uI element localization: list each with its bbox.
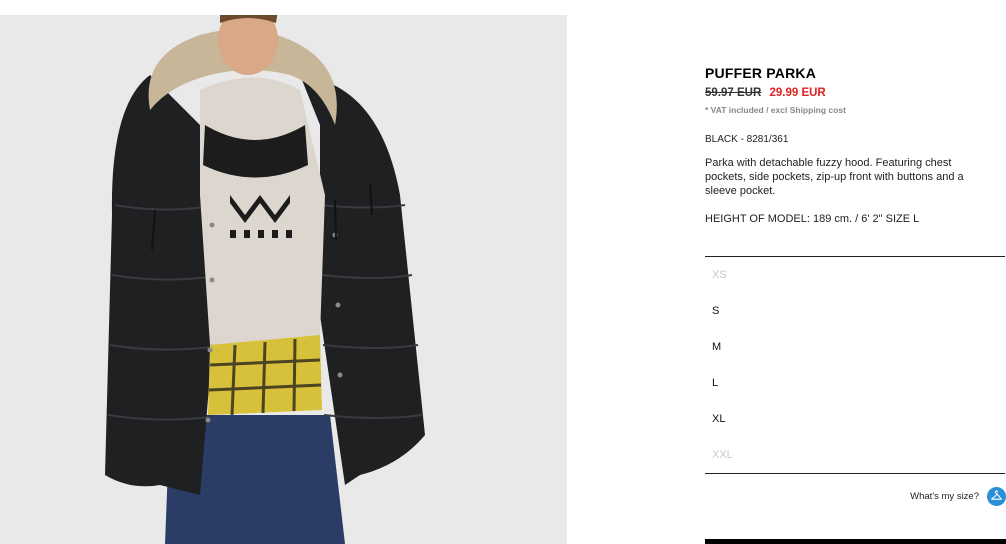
size-guide-link[interactable]: What's my size? bbox=[910, 486, 1006, 506]
size-list-divider-bottom bbox=[705, 473, 1005, 474]
product-title: PUFFER PARKA bbox=[705, 65, 817, 81]
product-description: Parka with detachable fuzzy hood. Featur… bbox=[705, 157, 964, 197]
model-info: HEIGHT OF MODEL: 189 cm. / 6' 2" SIZE L bbox=[705, 213, 920, 225]
hanger-icon[interactable] bbox=[987, 486, 1006, 506]
size-option-xs: XS bbox=[712, 269, 727, 281]
size-option-s[interactable]: S bbox=[712, 293, 719, 329]
size-option-xxl: XXL bbox=[712, 449, 733, 461]
product-image[interactable] bbox=[0, 15, 567, 544]
add-to-bag-button[interactable] bbox=[705, 539, 1006, 544]
size-selector: XS S M L XL XXL bbox=[705, 257, 1005, 473]
size-option-l[interactable]: L bbox=[712, 365, 718, 401]
old-price: 59.97 EUR bbox=[705, 87, 762, 99]
color-reference: BLACK - 8281/361 bbox=[705, 134, 789, 145]
product-info-panel: PUFFER PARKA 59.97 EUR 29.99 EUR * VAT i… bbox=[705, 0, 1006, 544]
size-option-xl[interactable]: XL bbox=[712, 401, 725, 437]
parka-model-illustration bbox=[105, 15, 425, 544]
size-guide-label[interactable]: What's my size? bbox=[910, 491, 979, 502]
price-row: 59.97 EUR 29.99 EUR bbox=[705, 87, 826, 99]
size-option-m[interactable]: M bbox=[712, 329, 721, 365]
sale-price: 29.99 EUR bbox=[769, 87, 826, 99]
vat-note: * VAT included / excl Shipping cost bbox=[705, 105, 846, 115]
